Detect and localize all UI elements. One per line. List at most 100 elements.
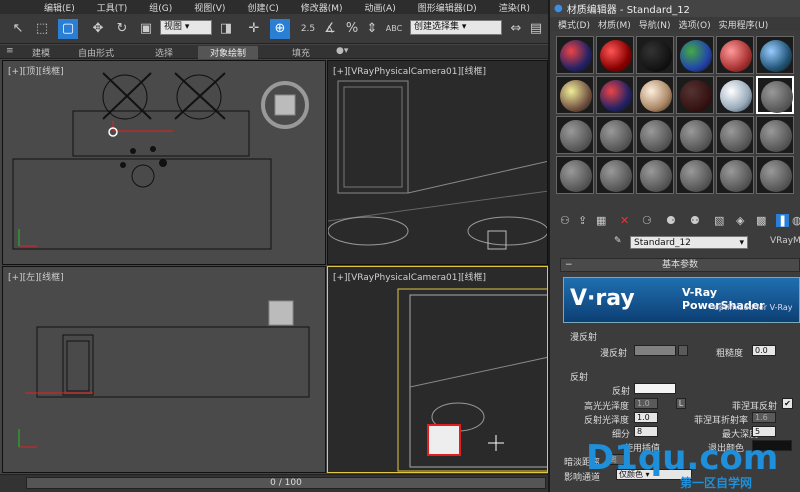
delete-icon[interactable]: ✕	[620, 214, 629, 227]
sample-slot[interactable]	[596, 116, 634, 154]
diffuse-map-button[interactable]	[678, 345, 688, 356]
sample-slot[interactable]	[676, 156, 714, 194]
assign-material-icon[interactable]: ▦	[596, 214, 606, 227]
sample-slot[interactable]	[716, 156, 754, 194]
menu-create[interactable]: 创建(C)	[247, 1, 278, 14]
put-to-scene-icon[interactable]: ⇪	[578, 214, 587, 227]
me-menu-modes[interactable]: 模式(D)	[558, 18, 590, 31]
tab-selection[interactable]: 选择	[155, 46, 173, 59]
diffuse-color-swatch[interactable]	[634, 345, 676, 356]
sample-slot[interactable]	[636, 156, 674, 194]
menu-edit[interactable]: 编辑(E)	[44, 1, 75, 14]
sample-slot-active[interactable]	[756, 76, 794, 114]
sample-slot[interactable]	[636, 116, 674, 154]
mirror-icon[interactable]: ⇔	[506, 19, 526, 39]
hilight-gloss-field[interactable]: 1.0	[634, 398, 658, 409]
align-icon[interactable]: ▤	[526, 19, 546, 39]
snaps-toggle-icon[interactable]: 2.5	[298, 19, 318, 39]
hilight-lock-button[interactable]: L	[676, 398, 686, 409]
viewport-top[interactable]: [+][顶][线框]	[2, 60, 326, 265]
sample-slot[interactable]	[596, 76, 634, 114]
menu-views[interactable]: 视图(V)	[194, 1, 225, 14]
roughness-field[interactable]: 0.0	[752, 345, 776, 356]
me-menu-utilities[interactable]: 实用程序(U)	[719, 18, 769, 31]
show-end-result-icon[interactable]: ◈	[736, 214, 744, 227]
max-depth-field[interactable]: 5	[752, 426, 776, 437]
tab-object-paint[interactable]: 对象绘制	[198, 46, 259, 59]
subdivs-field[interactable]: 8	[634, 426, 658, 437]
tab-populate[interactable]: 填充	[292, 46, 310, 59]
window-crossing-icon[interactable]: ▢	[58, 19, 78, 39]
show-map-icon[interactable]: ▧	[714, 214, 724, 227]
roughness-value: 0.0	[755, 346, 768, 355]
select-by-material-icon[interactable]: ❚	[776, 214, 790, 227]
named-selection-sets-input[interactable]: 创建选择集 ▾	[410, 20, 502, 35]
refl-gloss-field[interactable]: 1.0	[634, 412, 658, 423]
sample-slot[interactable]	[676, 36, 714, 74]
go-to-parent-icon[interactable]: ▩	[756, 214, 766, 227]
viewport-camera-active[interactable]: [+][VRayPhysicalCamera01][线框]	[327, 266, 548, 473]
reflect-group-label: 反射	[570, 373, 589, 383]
select-region-icon[interactable]: ⬚	[32, 19, 52, 39]
edit-named-sets-icon[interactable]: ABC	[384, 19, 404, 39]
ribbon-options-icon[interactable]: ●▾	[336, 46, 348, 56]
sample-slot[interactable]	[756, 116, 794, 154]
sample-slot[interactable]	[676, 76, 714, 114]
material-type-button[interactable]: VRayMtl	[770, 236, 800, 246]
put-to-library-icon[interactable]: ⚈	[666, 214, 676, 227]
sample-slot[interactable]	[636, 36, 674, 74]
ribbon-collapse-icon[interactable]: ≡	[6, 46, 14, 56]
sample-slot[interactable]	[756, 156, 794, 194]
angle-snap-icon[interactable]: ∡	[320, 19, 340, 39]
me-menu-material[interactable]: 材质(M)	[598, 18, 631, 31]
menu-rendering[interactable]: 渲染(R)	[499, 1, 530, 14]
material-map-navigator-icon[interactable]: ◍	[792, 214, 800, 227]
menu-tools[interactable]: 工具(T)	[97, 1, 128, 14]
rotate-icon[interactable]: ↻	[112, 19, 132, 39]
tab-modeling[interactable]: 建模	[32, 46, 50, 59]
material-id-icon[interactable]: ⚉	[690, 214, 700, 227]
viewport-left[interactable]: [+][左][线框]	[2, 266, 326, 473]
basic-params-rollout-header[interactable]: − 基本参数	[560, 258, 800, 272]
select-manipulate-icon[interactable]: ✛	[244, 19, 264, 39]
sample-slot[interactable]	[716, 116, 754, 154]
material-name-field[interactable]: Standard_12 ▾	[630, 236, 748, 249]
eyedropper-icon[interactable]: ✎	[614, 236, 622, 246]
sample-slot[interactable]	[556, 116, 594, 154]
sample-slot[interactable]	[756, 36, 794, 74]
sample-slot[interactable]	[716, 76, 754, 114]
sample-slot[interactable]	[556, 156, 594, 194]
pivot-center-icon[interactable]: ◨	[216, 19, 236, 39]
viewport-camera-top[interactable]: [+][VRayPhysicalCamera01][线框]	[327, 60, 548, 265]
make-unique-icon[interactable]: ⚆	[642, 214, 652, 227]
me-menu-options[interactable]: 选项(O)	[679, 18, 711, 31]
keyboard-shortcut-icon[interactable]: ⊕	[270, 19, 290, 39]
time-slider[interactable]: 0 / 100	[26, 477, 546, 489]
scale-icon[interactable]: ▣	[136, 19, 156, 39]
sample-slot[interactable]	[716, 36, 754, 74]
menu-group[interactable]: 组(G)	[149, 1, 172, 14]
sample-slot[interactable]	[596, 156, 634, 194]
reflect-color-swatch[interactable]	[634, 383, 676, 394]
tab-freeform[interactable]: 自由形式	[78, 46, 114, 59]
fresnel-ior-field[interactable]: 1.6	[752, 412, 776, 423]
percent-snap-icon[interactable]: %	[342, 19, 362, 39]
get-material-icon[interactable]: ⚇	[560, 214, 570, 227]
fresnel-checkbox[interactable]: ✔	[782, 398, 793, 409]
material-editor-titlebar: ● 材质编辑器 - Standard_12	[550, 0, 800, 17]
move-icon[interactable]: ✥	[88, 19, 108, 39]
me-menu-navigation[interactable]: 导航(N)	[639, 18, 671, 31]
spinner-snap-icon[interactable]: ⇕	[362, 19, 382, 39]
sample-slot[interactable]	[556, 76, 594, 114]
sample-slot[interactable]	[676, 116, 714, 154]
menu-modifiers[interactable]: 修改器(M)	[301, 1, 343, 14]
sample-slot[interactable]	[596, 36, 634, 74]
reference-coordinate-select[interactable]: 视图 ▾	[160, 20, 212, 35]
sample-slot[interactable]	[556, 36, 594, 74]
material-name-dropdown-icon: ▾	[739, 238, 744, 248]
menu-animation[interactable]: 动画(A)	[365, 1, 396, 14]
menu-graph-editors[interactable]: 图形编辑器(D)	[418, 1, 477, 14]
select-object-icon[interactable]: ↖	[8, 19, 28, 39]
diffuse-label: 漫反射	[600, 349, 628, 359]
sample-slot[interactable]	[636, 76, 674, 114]
